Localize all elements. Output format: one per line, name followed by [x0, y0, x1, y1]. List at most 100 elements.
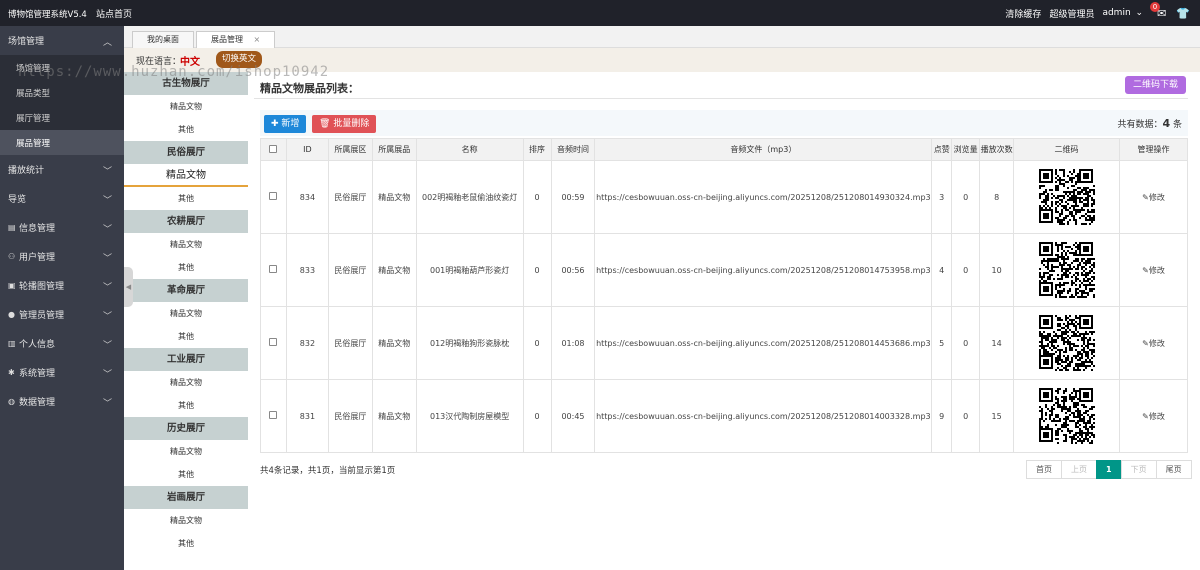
hall-subitem[interactable]: 精品文物 [124, 233, 248, 256]
tab-label: 我的桌面 [147, 35, 179, 44]
page-first[interactable]: 首页 [1026, 460, 1062, 479]
row-checkbox[interactable] [260, 379, 287, 453]
edit-action[interactable]: ✎修改 [1119, 160, 1188, 234]
message-count-badge: 0 [1150, 2, 1160, 12]
tab-exhibit-management[interactable]: 展品管理 × [196, 31, 276, 48]
cell-name: 012明褐釉狗形瓷脉枕 [415, 306, 524, 380]
hall-subitem[interactable]: 其他 [124, 118, 248, 141]
page-prev[interactable]: 上页 [1061, 460, 1097, 479]
hall-subitem[interactable]: 其他 [124, 256, 248, 279]
select-all-checkbox[interactable] [260, 138, 287, 161]
cell-category: 精品文物 [371, 306, 417, 380]
hall-subitem[interactable]: 精品文物 [124, 371, 248, 394]
row-checkbox[interactable] [260, 306, 287, 380]
hall-subitem[interactable]: 其他 [124, 394, 248, 417]
table-header: ID 所属展区 所属展品 名称 排序 音频时间 音频文件（mp3） 点赞 浏览量… [260, 138, 1188, 161]
hall-subitem[interactable]: 精品文物 [124, 440, 248, 463]
sidebar-group-label: 个人信息 [19, 340, 56, 350]
cell-plays: 15 [979, 379, 1015, 453]
main-content: 精品文物展品列表： 二维码下载 ✚ 新增 🗑 批量删除 共有数据：4 条 ID … [254, 72, 1194, 570]
cell-area: 民俗展厅 [327, 160, 373, 234]
sidebar-group-carousel[interactable]: ▣ 轮播图管理 ﹀ [0, 271, 124, 300]
cell-duration: 00:45 [550, 379, 596, 453]
col-header: 点赞 [931, 138, 953, 161]
cell-duration: 01:08 [550, 306, 596, 380]
sidebar-item-exhibit[interactable]: 展品管理 [0, 130, 124, 155]
sidebar-group-profile[interactable]: ▥ 个人信息 ﹀ [0, 329, 124, 358]
hall-nav: 古生物展厅 精品文物 其他 民俗展厅 精品文物 其他 农耕展厅 精品文物 其他 … [124, 72, 248, 570]
site-home-link[interactable]: 站点首页 [96, 7, 132, 20]
username: admin [1102, 8, 1131, 18]
hall-header[interactable]: 民俗展厅 [124, 141, 248, 164]
hall-subitem[interactable]: 其他 [124, 325, 248, 348]
hall-subitem[interactable]: 其他 [124, 532, 248, 555]
exhibit-table: ID 所属展区 所属展品 名称 排序 音频时间 音频文件（mp3） 点赞 浏览量… [260, 138, 1188, 453]
cell-area: 民俗展厅 [327, 233, 373, 307]
close-icon[interactable]: × [254, 35, 261, 44]
cell-views: 0 [951, 306, 981, 380]
cell-category: 精品文物 [371, 379, 417, 453]
gear-icon: ✱ [8, 368, 15, 377]
qr-code [1013, 233, 1120, 307]
page-last[interactable]: 尾页 [1155, 460, 1192, 479]
hall-subitem-active[interactable]: 精品文物 [124, 164, 248, 187]
qr-code [1013, 379, 1120, 453]
sidebar-group-data[interactable]: ◍ 数据管理 ﹀ [0, 387, 124, 416]
add-button[interactable]: ✚ 新增 [264, 115, 307, 133]
role-label: 超级管理员 [1049, 9, 1095, 20]
chevron-down-icon: ﹀ [102, 399, 112, 409]
batch-delete-button[interactable]: 🗑 批量删除 [312, 115, 377, 133]
cell-duration: 00:56 [550, 233, 596, 307]
sidebar-group-label: 数据管理 [19, 398, 56, 408]
cell-plays: 14 [979, 306, 1015, 380]
user-menu[interactable]: admin ⌄ [1102, 8, 1143, 18]
hall-subitem[interactable]: 其他 [124, 463, 248, 486]
edit-label: 修改 [1148, 411, 1165, 421]
hall-header[interactable]: 岩画展厅 [124, 486, 248, 509]
sidebar-group-venue[interactable]: 场馆管理 ︿ [0, 26, 124, 55]
col-header: 所属展品 [371, 138, 417, 161]
hall-subitem[interactable]: 其他 [124, 187, 248, 210]
row-checkbox[interactable] [260, 233, 287, 307]
sidebar-group-label: 轮播图管理 [19, 282, 65, 292]
clear-cache-link[interactable]: 清除缓存 [1005, 7, 1041, 20]
col-header: 排序 [522, 138, 552, 161]
sidebar-item-exhibit-type[interactable]: 展品类型 [0, 80, 124, 105]
hall-header[interactable]: 农耕展厅 [124, 210, 248, 233]
sidebar-group-stats[interactable]: 播放统计 ﹀ [0, 155, 124, 184]
page-next[interactable]: 下页 [1120, 460, 1157, 479]
sidebar-group-system[interactable]: ✱ 系统管理 ﹀ [0, 358, 124, 387]
cell-sort: 0 [522, 306, 552, 380]
hall-subitem[interactable]: 精品文物 [124, 509, 248, 532]
cell-name: 013汉代陶制房屋模型 [415, 379, 524, 453]
cell-name: 002明褐釉老鼠偷油纹瓷灯 [415, 160, 524, 234]
col-header: 音频时间 [550, 138, 596, 161]
sidebar-item-hall[interactable]: 展厅管理 [0, 105, 124, 130]
tab-desktop[interactable]: 我的桌面 [132, 31, 194, 48]
admin-icon: ● [8, 310, 15, 319]
sidebar-group-guide[interactable]: 导览 ﹀ [0, 184, 124, 213]
pencil-icon: ✎ [1142, 411, 1149, 421]
sidebar-group-admins[interactable]: ● 管理员管理 ﹀ [0, 300, 124, 329]
page-current[interactable]: 1 [1096, 460, 1122, 479]
hall-subitem[interactable]: 精品文物 [124, 302, 248, 325]
cell-area: 民俗展厅 [327, 306, 373, 380]
edit-action[interactable]: ✎修改 [1119, 306, 1188, 380]
sidebar-group-info[interactable]: ▤ 信息管理 ﹀ [0, 213, 124, 242]
edit-action[interactable]: ✎修改 [1119, 379, 1188, 453]
hall-header[interactable]: 革命展厅 [124, 279, 248, 302]
hall-header[interactable]: 历史展厅 [124, 417, 248, 440]
collapse-toggle[interactable]: ◀ [124, 267, 133, 307]
edit-action[interactable]: ✎修改 [1119, 233, 1188, 307]
cell-name: 001明褐釉葫芦形瓷灯 [415, 233, 524, 307]
cell-id: 833 [285, 233, 329, 307]
shirt-icon[interactable]: 👕 [1176, 7, 1190, 20]
total-count: 共有数据：4 条 [1117, 117, 1182, 130]
hall-subitem[interactable]: 精品文物 [124, 95, 248, 118]
qr-code [1013, 160, 1120, 234]
cell-likes: 3 [931, 160, 953, 234]
sidebar-group-users[interactable]: ⚇ 用户管理 ﹀ [0, 242, 124, 271]
row-checkbox[interactable] [260, 160, 287, 234]
hall-header[interactable]: 工业展厅 [124, 348, 248, 371]
qr-download-button[interactable]: 二维码下载 [1124, 76, 1186, 94]
